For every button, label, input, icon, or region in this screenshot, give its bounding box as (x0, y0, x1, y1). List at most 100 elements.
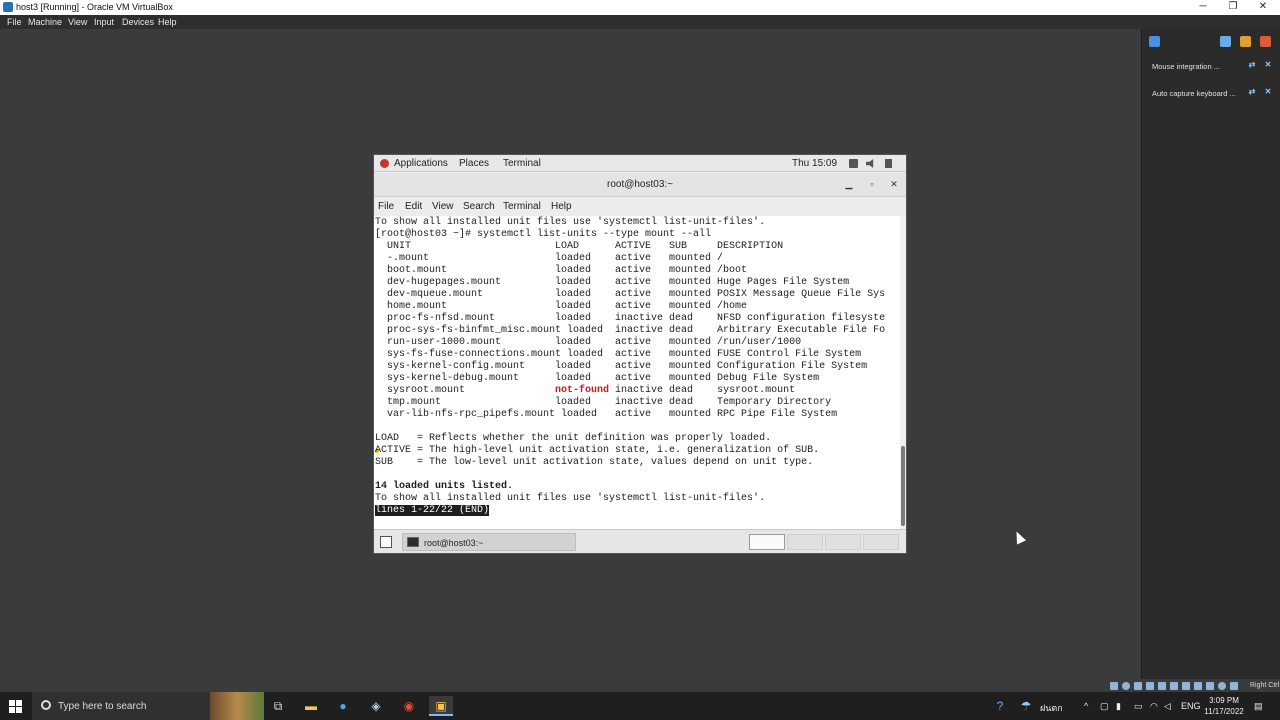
storage-icon[interactable] (1110, 682, 1118, 690)
term-row: proc-fs-nfsd.mount loaded inactive dead … (375, 313, 886, 324)
menu-input[interactable]: Input (94, 17, 114, 27)
term-header: UNIT LOAD ACTIVE SUB DESCRIPTION (375, 241, 784, 252)
workspace-4[interactable] (863, 534, 899, 550)
gnome-clock[interactable]: Thu 15:09 (792, 158, 837, 169)
term-row: -.mount loaded active mounted / (375, 253, 724, 264)
menu-help[interactable]: Help (158, 17, 177, 27)
workspace-1[interactable] (749, 534, 785, 550)
mouse-cursor-icon (1011, 529, 1027, 545)
terminal-minimize-button[interactable]: ▁ (842, 177, 856, 191)
tray-device-icon[interactable]: ▭ (1134, 701, 1143, 712)
close-all-icon[interactable] (1260, 36, 1271, 47)
virtualbox-taskbar-icon[interactable]: ◈ (364, 696, 388, 716)
term-row: sys-fs-fuse-connections.mount loaded act… (375, 349, 862, 360)
weather-icon[interactable]: ☂ (1014, 696, 1038, 716)
menu-devices[interactable]: Devices (122, 17, 154, 27)
pager-status: lines 1-22/22 (END) (375, 505, 490, 516)
taskbar-terminal-entry[interactable]: root@host03:~ (402, 533, 576, 551)
term-row: dev-hugepages.mount loaded active mounte… (375, 277, 850, 288)
usb-icon[interactable] (1158, 682, 1166, 690)
term-row: var-lib-nfs-rpc_pipefs.mount loaded acti… (375, 409, 838, 420)
wifi-icon[interactable]: ◠ (1150, 701, 1158, 712)
terminal-text: To show all installed unit files use 'sy… (375, 217, 885, 517)
minimize-button[interactable]: ─ (1188, 0, 1218, 15)
task-view-icon[interactable]: ⧉ (266, 696, 290, 716)
notice-auto-capture[interactable]: Auto capture keyboard ... ⇄ ✕ (1148, 83, 1275, 103)
edge-icon[interactable]: ● (331, 696, 355, 716)
obs-icon[interactable]: ◉ (397, 696, 421, 716)
terminal-title: root@host03:~ (606, 179, 674, 190)
task-label: root@host03:~ (424, 538, 484, 548)
places-menu[interactable]: Places (459, 158, 489, 169)
system-clock[interactable]: 3:09 PM 11/17/2022 (1200, 695, 1248, 717)
weather-text[interactable]: ฝนตก (1040, 701, 1063, 715)
notifications-icon[interactable]: ▤ (1254, 701, 1263, 712)
terminal-scrollbar[interactable] (900, 216, 906, 529)
chevron-up-icon[interactable]: ^ (1084, 701, 1088, 711)
vm-window-taskbar-icon[interactable]: ▣ (429, 696, 453, 716)
show-desktop-icon[interactable] (380, 536, 392, 548)
vm-status-bar: Right Ctrl (1106, 680, 1280, 692)
network-icon[interactable] (1146, 682, 1154, 690)
audio-icon[interactable] (1134, 682, 1142, 690)
cpu-icon[interactable] (1206, 682, 1214, 690)
notice-close-icon[interactable]: ✕ (1263, 60, 1273, 70)
notice-info-icon[interactable]: ⇄ (1247, 87, 1257, 97)
terminal-maximize-button[interactable]: ▫ (865, 177, 879, 191)
sort-icon[interactable] (1220, 36, 1231, 47)
panel-pin-icon[interactable] (1149, 36, 1160, 47)
windows-start-icon[interactable] (9, 700, 22, 713)
applications-menu[interactable]: Applications (394, 158, 448, 169)
close-button[interactable]: ✕ (1248, 0, 1278, 15)
term-line: To show all installed unit files use 'sy… (375, 217, 766, 228)
language-indicator[interactable]: ENG (1181, 701, 1201, 711)
terminal-menu[interactable]: Terminal (503, 158, 541, 169)
term-row: run-user-1000.mount loaded active mounte… (375, 337, 802, 348)
restore-button[interactable]: ❐ (1218, 0, 1248, 15)
menu-machine[interactable]: Machine (28, 17, 62, 27)
tray-app-icon[interactable]: ▢ (1100, 701, 1109, 712)
workspace-3[interactable] (825, 534, 861, 550)
host-window-title: host3 [Running] - Oracle VM VirtualBox (16, 2, 173, 12)
scrollbar-thumb[interactable] (901, 446, 905, 526)
terminal-output[interactable]: To show all installed unit files use 'sy… (374, 216, 900, 529)
file-explorer-icon[interactable]: ▬ (299, 696, 323, 716)
notification-side-panel: Mouse integration ... ⇄ ✕ Auto capture k… (1141, 29, 1280, 679)
terminal-close-button[interactable]: ✕ (887, 177, 901, 191)
search-icon (41, 700, 51, 710)
microphone-icon[interactable]: ▮ (1116, 701, 1121, 712)
menu-file[interactable]: File (7, 17, 22, 27)
term-line: To show all installed unit files use 'sy… (375, 493, 766, 504)
display-icon[interactable] (1182, 682, 1190, 690)
term-menu-file[interactable]: File (378, 201, 394, 212)
toggle-icon[interactable] (1240, 36, 1251, 47)
clock-time: 3:09 PM (1209, 696, 1239, 705)
keyboard-icon[interactable] (1230, 682, 1238, 690)
workspace-2[interactable] (787, 534, 823, 550)
menu-view[interactable]: View (68, 17, 87, 27)
term-menu-help[interactable]: Help (551, 201, 572, 212)
speaker-icon[interactable]: ◁ (1164, 701, 1171, 712)
network-icon[interactable] (849, 159, 858, 168)
shared-folders-icon[interactable] (1170, 682, 1178, 690)
notice-info-icon[interactable]: ⇄ (1247, 60, 1257, 70)
term-menu-terminal[interactable]: Terminal (503, 201, 541, 212)
notice-mouse-integration[interactable]: Mouse integration ... ⇄ ✕ (1148, 56, 1275, 76)
recording-icon[interactable] (1194, 682, 1202, 690)
term-menu-edit[interactable]: Edit (405, 201, 422, 212)
guest-screen[interactable]: Applications Places Terminal Thu 15:09 r… (373, 154, 907, 554)
terminal-menubar: File Edit View Search Terminal Help (374, 197, 906, 216)
help-icon[interactable]: ? (988, 696, 1012, 716)
volume-icon[interactable] (866, 159, 874, 168)
notice-close-icon[interactable]: ✕ (1263, 87, 1273, 97)
notice-text: Mouse integration ... (1152, 62, 1220, 71)
power-icon[interactable] (885, 159, 892, 168)
gnome-top-bar: Applications Places Terminal Thu 15:09 (374, 155, 906, 172)
term-menu-search[interactable]: Search (463, 201, 495, 212)
term-row: dev-mqueue.mount loaded active mounted P… (375, 289, 886, 300)
term-menu-view[interactable]: View (432, 201, 454, 212)
optical-icon[interactable] (1122, 682, 1130, 690)
mouse-integration-icon[interactable] (1218, 682, 1226, 690)
windows-search-box[interactable]: Type here to search (32, 692, 264, 720)
term-legend: SUB = The low-level unit activation stat… (375, 457, 814, 468)
